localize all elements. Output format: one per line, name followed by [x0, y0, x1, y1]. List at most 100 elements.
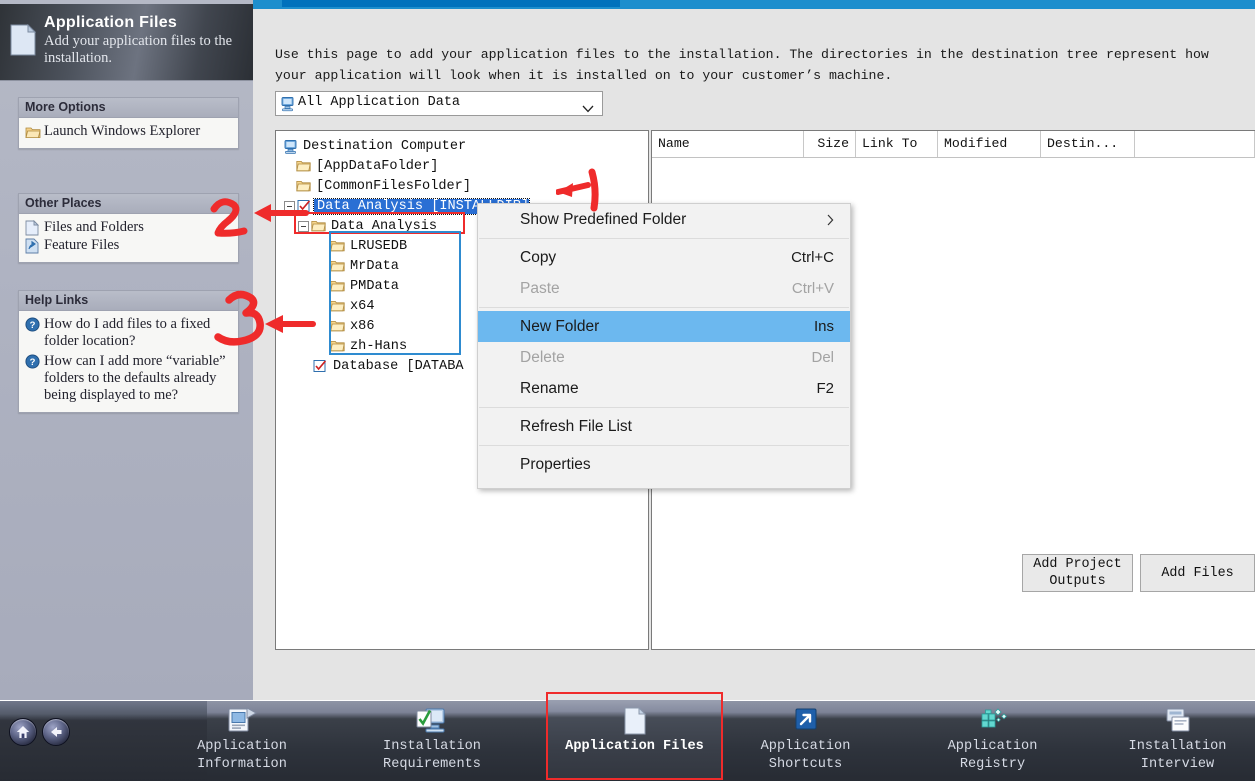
add-files-button[interactable]: Add Files	[1140, 554, 1255, 592]
tree-node-destination-computer[interactable]: Destination Computer	[282, 136, 648, 156]
tree-node-label: [CommonFilesFolder]	[316, 178, 471, 194]
column-header-size[interactable]: Size	[804, 131, 856, 157]
menu-item-new-folder[interactable]: New Folder Ins	[478, 311, 850, 342]
panel-help-links: Help Links ? How do I add files to a fix…	[18, 290, 239, 413]
help-question-icon: ?	[25, 354, 41, 370]
tree-node-label: PMData	[350, 278, 399, 294]
computer-icon	[280, 96, 295, 112]
app-information-icon	[225, 706, 259, 736]
tree-expander-collapse-icon[interactable]	[284, 200, 295, 212]
menu-item-label: New Folder	[520, 317, 600, 335]
context-menu[interactable]: Show Predefined Folder Copy Ctrl+C Paste…	[477, 203, 851, 489]
menu-item-shortcut: Ctrl+C	[791, 249, 834, 266]
checkbox-checked-icon[interactable]	[297, 199, 313, 213]
column-header-modified[interactable]: Modified	[938, 131, 1041, 157]
file-list-header: Name Size Link To Modified Destin...	[652, 131, 1255, 158]
folder-icon	[330, 339, 346, 353]
nav-item-label: Installation Interview	[1128, 739, 1227, 772]
menu-separator	[479, 238, 849, 239]
help-question-icon: ?	[25, 317, 41, 333]
svg-text:?: ?	[30, 320, 36, 331]
nav-item-application-information[interactable]: Application Information	[162, 700, 322, 781]
column-header-destination[interactable]: Destin...	[1041, 131, 1135, 157]
application-shortcuts-icon	[789, 706, 823, 736]
folder-icon	[330, 319, 346, 333]
home-button[interactable]	[9, 718, 37, 746]
installation-requirements-icon	[415, 706, 449, 736]
tree-node-label: Data Analysis	[331, 218, 438, 234]
sidebar-item-label: Launch Windows Explorer	[44, 123, 201, 139]
sidebar-item-label: Files and Folders	[44, 219, 144, 235]
document-icon	[25, 219, 41, 236]
tree-node-label: LRUSEDB	[350, 238, 408, 254]
menu-item-label: Rename	[520, 379, 579, 397]
sidebar: Application Files Add your application f…	[0, 0, 253, 700]
tree-node-commonfilesfolder[interactable]: [CommonFilesFolder]	[282, 176, 648, 196]
folder-icon	[330, 279, 346, 293]
tree-node-label: MrData	[350, 258, 399, 274]
chevron-down-icon[interactable]	[582, 100, 594, 113]
nav-item-label: Application Registry	[947, 739, 1038, 772]
chevron-right-icon	[827, 213, 834, 226]
filter-dropdown-value: All Application Data	[298, 95, 461, 110]
menu-item-refresh-file-list[interactable]: Refresh File List	[478, 411, 850, 442]
nav-item-label: Application Information	[197, 739, 287, 772]
application-files-icon	[618, 706, 652, 736]
help-link-label: How can I add more “variable” folders to…	[44, 353, 226, 403]
help-link-fixed-folder[interactable]: ? How do I add files to a fixed folder l…	[25, 316, 232, 350]
nav-item-installation-requirements[interactable]: Installation Requirements	[352, 700, 512, 781]
filter-dropdown[interactable]: All Application Data	[275, 91, 603, 116]
menu-item-label: Show Predefined Folder	[520, 210, 687, 228]
menu-item-copy[interactable]: Copy Ctrl+C	[478, 242, 850, 273]
tree-node-appdatafolder[interactable]: [AppDataFolder]	[282, 156, 648, 176]
sidebar-item-launch-windows-explorer[interactable]: Launch Windows Explorer	[25, 123, 232, 140]
page-title: Application Files	[44, 14, 178, 31]
panel-title-more-options: More Options	[19, 98, 238, 118]
menu-separator	[479, 307, 849, 308]
menu-item-show-predefined-folder[interactable]: Show Predefined Folder	[478, 204, 850, 235]
menu-item-shortcut: Ctrl+V	[791, 280, 834, 297]
tree-node-label: x86	[350, 318, 375, 334]
nav-item-installation-interview[interactable]: Installation Interview	[1100, 700, 1255, 781]
nav-item-application-registry[interactable]: Application Registry	[915, 700, 1070, 781]
help-link-variable-folders[interactable]: ? How can I add more “variable” folders …	[25, 353, 232, 404]
nav-item-label: Installation Requirements	[383, 739, 481, 772]
page-description: Use this page to add your application fi…	[275, 47, 1209, 83]
nav-item-label: Application Files	[565, 739, 704, 754]
back-button[interactable]	[42, 718, 70, 746]
panel-title-help-links: Help Links	[19, 291, 238, 311]
sidebar-item-feature-files[interactable]: Feature Files	[25, 237, 232, 254]
tree-node-label: [AppDataFolder]	[316, 158, 439, 174]
column-header-name[interactable]: Name	[652, 131, 804, 157]
folder-open-icon	[25, 124, 41, 140]
panel-other-places: Other Places Files and Folders Feature F…	[18, 193, 239, 263]
add-project-outputs-button[interactable]: Add Project Outputs	[1022, 554, 1133, 592]
svg-text:?: ?	[30, 357, 36, 368]
page-subtitle: Add your application files to the instal…	[44, 33, 233, 66]
sidebar-item-files-and-folders[interactable]: Files and Folders	[25, 219, 232, 236]
tree-expander-collapse-icon[interactable]	[298, 220, 309, 232]
sidebar-header: Application Files Add your application f…	[0, 4, 253, 81]
menu-item-label: Delete	[520, 348, 565, 366]
menu-item-paste: Paste Ctrl+V	[478, 273, 850, 304]
column-header-link-to[interactable]: Link To	[856, 131, 938, 157]
menu-item-shortcut: Del	[811, 349, 834, 366]
tree-node-label: Destination Computer	[303, 138, 467, 154]
checkbox-checked-icon[interactable]	[313, 359, 329, 373]
sidebar-item-label: Feature Files	[44, 237, 120, 253]
nav-item-application-files[interactable]: Application Files	[548, 700, 721, 781]
menu-item-label: Refresh File List	[520, 417, 632, 435]
panel-more-options: More Options Launch Windows Explorer	[18, 97, 239, 149]
tree-node-label: x64	[350, 298, 375, 314]
top-accent-bar-active-segment	[282, 0, 620, 7]
nav-item-label: Application Shortcuts	[760, 739, 851, 772]
nav-item-application-shortcuts[interactable]: Application Shortcuts	[728, 700, 883, 781]
column-header-filler	[1135, 131, 1255, 157]
folder-icon	[296, 179, 312, 193]
panel-title-other-places: Other Places	[19, 194, 238, 214]
menu-item-rename[interactable]: Rename F2	[478, 373, 850, 404]
folder-icon	[330, 299, 346, 313]
folder-icon	[330, 259, 346, 273]
menu-item-properties[interactable]: Properties	[478, 449, 850, 480]
menu-item-shortcut: Ins	[813, 318, 834, 335]
